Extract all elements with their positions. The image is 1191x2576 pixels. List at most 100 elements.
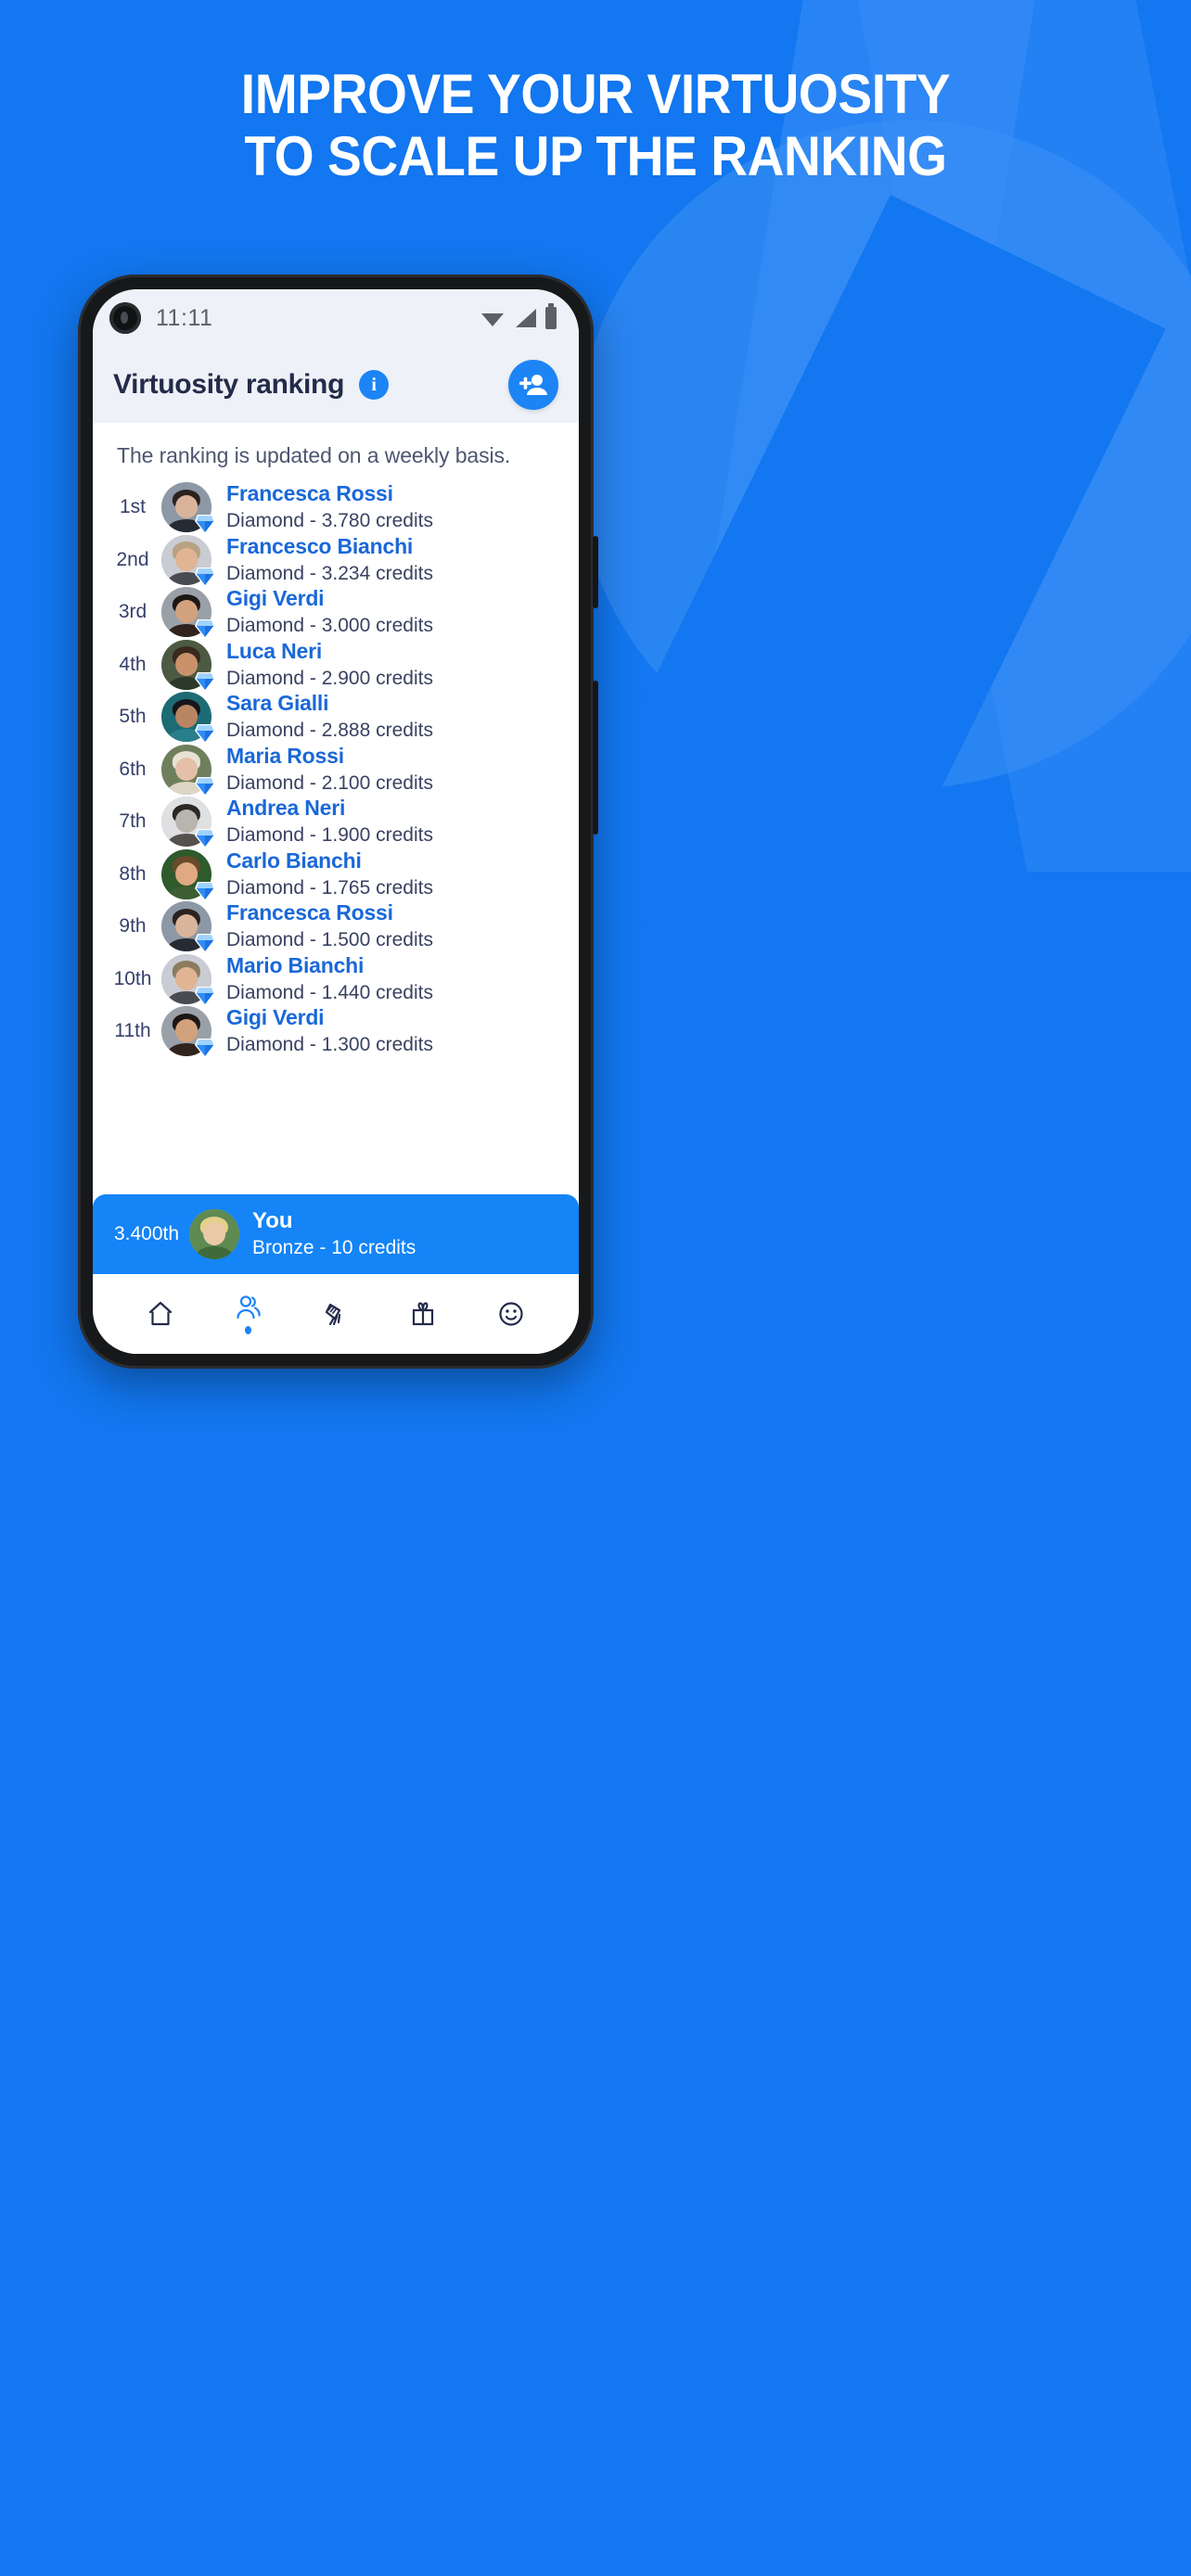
rank-user-detail: Diamond - 2.100 credits <box>226 772 433 794</box>
table-row[interactable]: 9th Francesca Rossi Diamond - 1.500 credit… <box>93 900 579 954</box>
smiley-icon <box>499 1302 523 1326</box>
your-avatar <box>189 1209 239 1259</box>
rank-user-name[interactable]: Francesco Bianchi <box>226 534 433 559</box>
diamond-badge-icon <box>195 985 215 1007</box>
ranking-rows-container: 1st Francesca Rossi Diamond - 3.780 credit… <box>93 481 579 1059</box>
your-rank-position: 3.400th <box>113 1223 180 1244</box>
rank-text: Gigi Verdi Diamond - 3.000 credits <box>226 586 433 638</box>
rank-user-detail: Diamond - 1.765 credits <box>226 876 433 899</box>
rank-text: Francesco Bianchi Diamond - 3.234 credits <box>226 534 433 586</box>
diamond-badge-icon <box>195 986 215 1006</box>
table-row[interactable]: 8th Carlo Bianchi Diamond - 1.765 credits <box>93 848 579 901</box>
table-row[interactable]: 11th Gigi Verdi Diamond - 1.300 credits <box>93 1005 579 1059</box>
nav-item-profile[interactable] <box>467 1274 555 1354</box>
rank-user-detail: Diamond - 2.888 credits <box>226 720 433 742</box>
table-row[interactable]: 10th Mario Bianchi Diamond - 1.440 credits <box>93 953 579 1006</box>
your-rank-banner[interactable]: 3.400th You Bronze - 10 credits <box>93 1194 579 1274</box>
rank-text: Francesca Rossi Diamond - 1.500 credits <box>226 900 433 952</box>
promo-headline-line-2: TO SCALE UP THE RANKING <box>244 125 947 188</box>
rank-user-detail: Diamond - 1.300 credits <box>226 1034 433 1056</box>
rank-user-detail: Diamond - 3.000 credits <box>226 615 433 637</box>
nav-item-home[interactable] <box>117 1274 204 1354</box>
table-row[interactable]: 6th Maria Rossi Diamond - 2.100 credits <box>93 744 579 797</box>
rank-user-name[interactable]: Andrea Neri <box>226 796 433 821</box>
rank-user-name[interactable]: Sara Gialli <box>226 691 433 716</box>
rank-user-name[interactable]: Luca Neri <box>226 639 433 664</box>
nav-item-rewards[interactable] <box>379 1274 467 1354</box>
promo-headline-line-1: IMPROVE YOUR VIRTUOSITY <box>240 63 951 125</box>
rank-user-name[interactable]: Maria Rossi <box>226 744 433 769</box>
rank-user-detail: Diamond - 3.780 credits <box>226 510 433 532</box>
page-title: Virtuosity ranking <box>113 369 345 400</box>
diamond-badge-icon <box>195 829 215 849</box>
diamond-badge-icon <box>195 619 215 640</box>
rank-user-detail: Diamond - 2.900 credits <box>226 667 433 689</box>
rank-position: 8th <box>119 862 147 885</box>
people-icon <box>237 1295 261 1320</box>
diamond-badge-icon <box>195 724 215 745</box>
rank-text: Luca Neri Diamond - 2.900 credits <box>226 639 433 691</box>
phone-mockup-frame: 11:11 Virtuosity ranking i The ranking i… <box>78 274 598 1369</box>
promo-headline: IMPROVE YOUR VIRTUOSITY TO SCALE UP THE … <box>47 63 1143 187</box>
rank-user-name[interactable]: Francesca Rossi <box>226 900 433 925</box>
rank-user-name[interactable]: Francesca Rossi <box>226 481 433 506</box>
rank-position: 4th <box>119 653 147 675</box>
diamond-badge-icon <box>195 671 215 692</box>
avatar[interactable] <box>161 692 215 745</box>
table-row[interactable]: 5th Sara Gialli Diamond - 2.888 credits <box>93 691 579 745</box>
rank-user-name[interactable]: Mario Bianchi <box>226 953 433 978</box>
table-row[interactable]: 1st Francesca Rossi Diamond - 3.780 credit… <box>93 481 579 535</box>
nav-item-community[interactable] <box>204 1274 291 1354</box>
phone-screen: 11:11 Virtuosity ranking i The ranking i… <box>93 289 579 1354</box>
rank-position: 1st <box>119 496 146 518</box>
info-icon[interactable]: i <box>359 370 390 400</box>
table-row[interactable]: 7th Andrea Neri Diamond - 1.900 credits <box>93 796 579 849</box>
diamond-badge-icon <box>195 1037 215 1059</box>
add-person-icon[interactable] <box>508 360 558 410</box>
table-row[interactable]: 3rd Gigi Verdi Diamond - 3.000 credits <box>93 586 579 640</box>
rank-position: 9th <box>119 915 147 937</box>
avatar[interactable] <box>161 1006 215 1059</box>
status-bar: 11:11 <box>93 289 579 347</box>
rank-position: 6th <box>119 758 147 780</box>
bottom-navigation-bar[interactable] <box>93 1274 579 1354</box>
battery-icon <box>545 303 557 329</box>
avatar[interactable] <box>161 639 215 692</box>
diamond-badge-icon <box>195 1039 215 1059</box>
diamond-badge-icon <box>195 827 215 849</box>
rank-position: 5th <box>119 706 147 728</box>
ranking-list[interactable]: The ranking is updated on a weekly basis… <box>93 423 579 1274</box>
app-bar: Virtuosity ranking i <box>93 347 579 423</box>
rank-text: Francesca Rossi Diamond - 3.780 credits <box>226 481 433 533</box>
diamond-badge-icon <box>195 515 215 535</box>
avatar[interactable] <box>161 848 215 901</box>
status-bar-time: 11:11 <box>156 304 213 331</box>
rank-text: Gigi Verdi Diamond - 1.300 credits <box>226 1005 433 1057</box>
rank-text: Carlo Bianchi Diamond - 1.765 credits <box>226 848 433 900</box>
diamond-badge-icon <box>195 566 215 588</box>
nav-active-indicator <box>245 1326 252 1334</box>
avatar[interactable] <box>161 953 215 1006</box>
avatar[interactable] <box>161 901 215 954</box>
gift-icon <box>413 1302 434 1326</box>
rank-text: Andrea Neri Diamond - 1.900 credits <box>226 796 433 848</box>
avatar[interactable] <box>161 797 215 849</box>
diamond-badge-icon <box>195 881 215 901</box>
rank-user-name[interactable]: Gigi Verdi <box>226 586 433 611</box>
rank-text: Mario Bianchi Diamond - 1.440 credits <box>226 953 433 1005</box>
home-icon <box>149 1301 173 1326</box>
cellular-signal-icon <box>513 308 537 328</box>
table-row[interactable]: 4th Luca Neri Diamond - 2.900 credits <box>93 639 579 692</box>
nav-item-deals[interactable] <box>292 1274 379 1354</box>
rank-user-detail: Diamond - 3.234 credits <box>226 562 433 584</box>
avatar[interactable] <box>161 744 215 797</box>
table-row[interactable]: 2nd Francesco Bianchi Diamond - 3.234 cred… <box>93 534 579 587</box>
diamond-badge-icon <box>195 932 215 954</box>
avatar[interactable] <box>161 587 215 640</box>
diamond-badge-icon <box>195 775 215 797</box>
rank-user-name[interactable]: Carlo Bianchi <box>226 848 433 874</box>
avatar[interactable] <box>161 534 215 587</box>
handshake-icon <box>325 1303 341 1326</box>
avatar[interactable] <box>161 482 215 535</box>
rank-user-name[interactable]: Gigi Verdi <box>226 1005 433 1030</box>
